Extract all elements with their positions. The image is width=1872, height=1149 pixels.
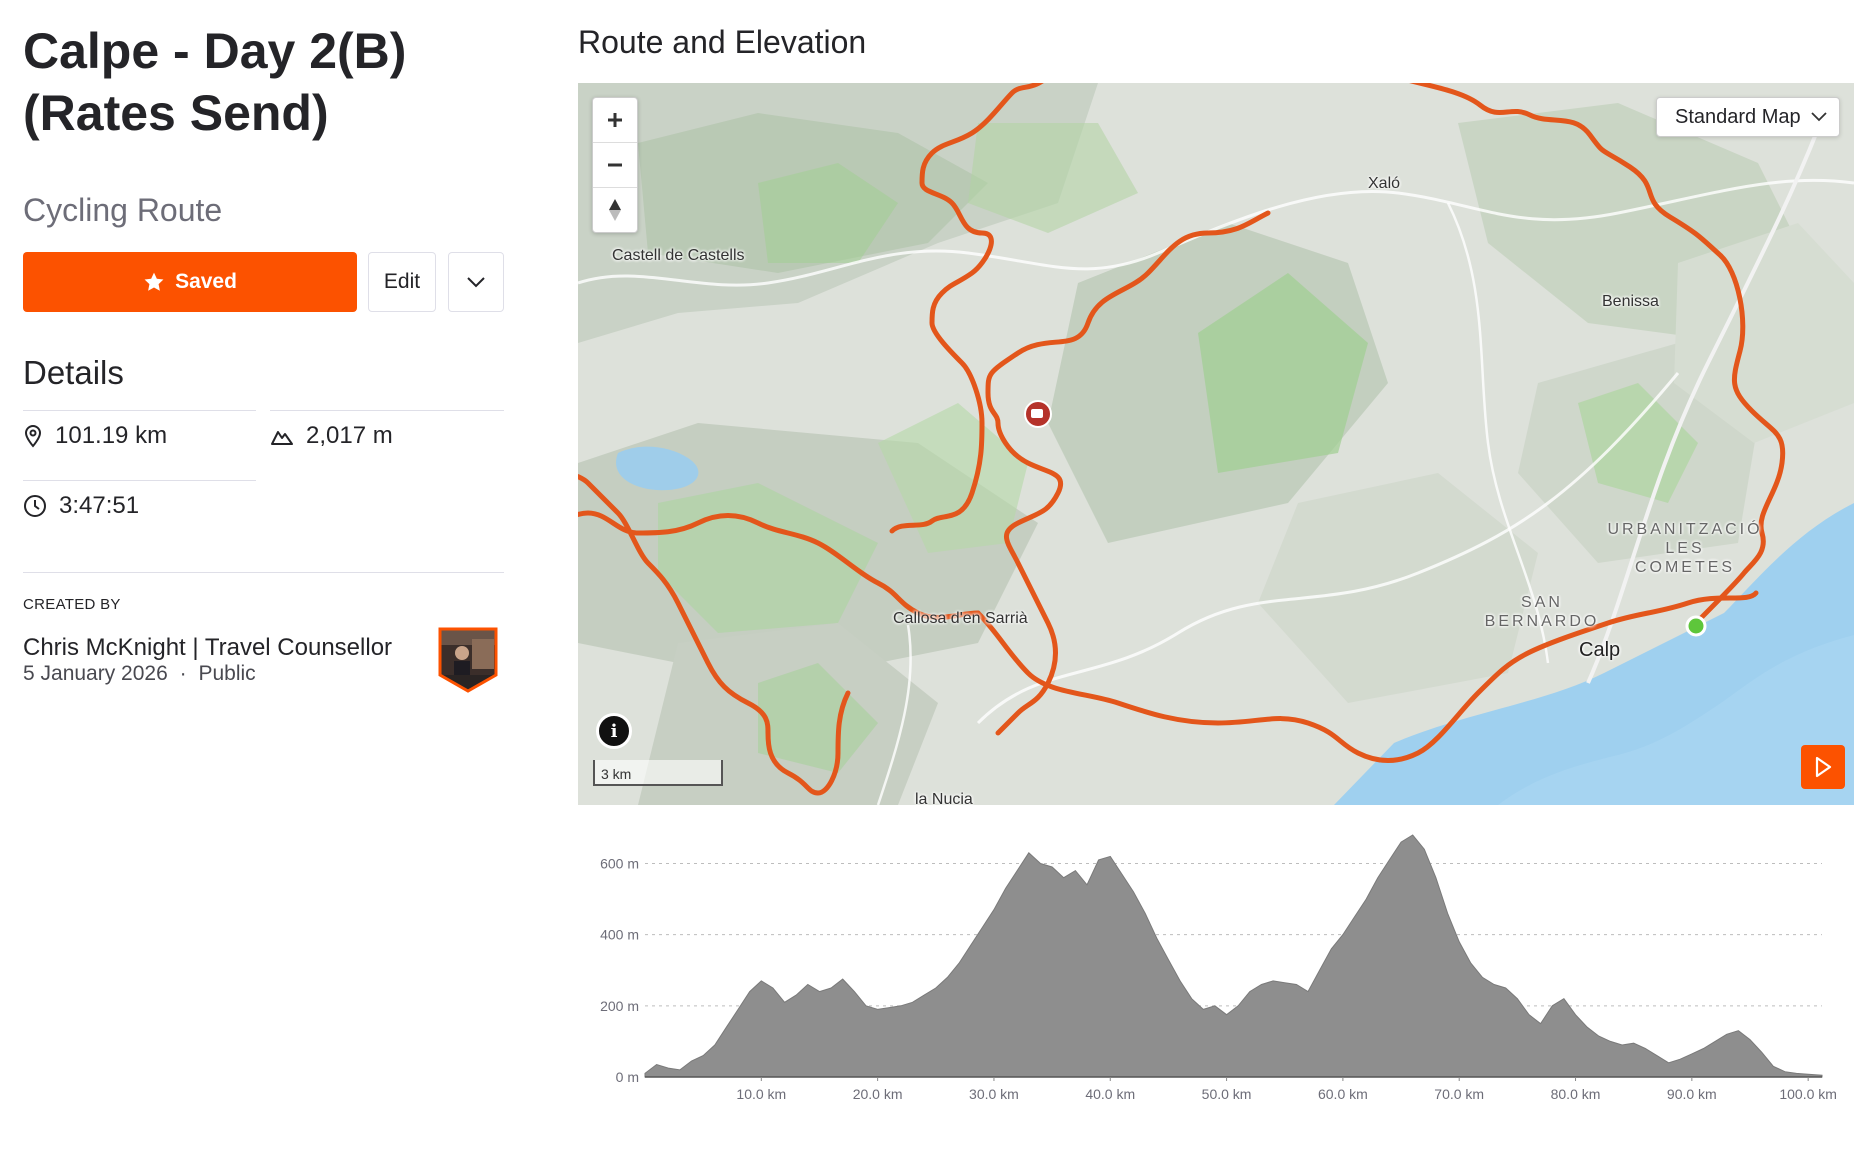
chevron-down-icon <box>1811 112 1827 122</box>
elevation-stat: 2,017 m <box>270 422 393 450</box>
saved-button[interactable]: Saved <box>23 252 357 312</box>
flyover-play-button[interactable] <box>1801 745 1845 789</box>
plus-icon <box>608 113 622 127</box>
location-pin-icon <box>24 424 42 448</box>
divider <box>23 480 256 481</box>
map-terrain <box>578 83 1854 805</box>
x-tick-label: 30.0 km <box>969 1086 1019 1102</box>
creator-name[interactable]: Chris McKnight | Travel Counsellor <box>23 634 392 662</box>
x-tick-label: 60.0 km <box>1318 1086 1368 1102</box>
more-options-button[interactable] <box>448 252 504 312</box>
map-label-xalo: Xaló <box>1368 175 1401 192</box>
map-label-callosa: Callosa d'en Sarrià <box>893 610 1028 627</box>
map-label-cometes-1: URBANITZACIÓ <box>1607 521 1763 538</box>
elevation-value: 2,017 m <box>306 422 393 449</box>
time-stat: 3:47:51 <box>23 492 139 520</box>
map-label-calp: Calp <box>1579 639 1621 661</box>
x-tick-label: 70.0 km <box>1434 1086 1484 1102</box>
map-label-cometes: URBANITZACIÓ LES COMETES <box>1590 520 1780 577</box>
x-tick-label: 50.0 km <box>1202 1086 1252 1102</box>
map-label-bernardo-2: BERNARDO <box>1484 613 1600 630</box>
map-label-cometes-2: LES <box>1665 540 1705 557</box>
edit-button[interactable]: Edit <box>368 252 436 312</box>
route-map[interactable]: Castell de Castells Xaló Benissa Callosa… <box>578 83 1854 805</box>
compass-icon <box>609 199 621 221</box>
star-icon <box>144 272 164 291</box>
route-type: Cycling Route <box>23 192 223 228</box>
creator-avatar[interactable] <box>436 625 500 693</box>
info-icon[interactable]: i <box>596 713 632 749</box>
y-tick-label: 200 m <box>600 998 639 1014</box>
map-label-nucia: la Nucia <box>915 791 973 805</box>
elevation-chart[interactable]: 0 m 200 m 400 m 600 m 10.0 km 20.0 km 30.0 km… <box>578 815 1854 1115</box>
map-label-castell: Castell de Castells <box>612 247 745 264</box>
minus-icon <box>608 163 622 167</box>
divider <box>23 572 504 573</box>
zoom-out-button[interactable] <box>593 143 637 188</box>
distance-value: 101.19 km <box>55 422 168 449</box>
play-icon <box>1815 756 1832 778</box>
reset-bearing-button[interactable] <box>593 188 637 232</box>
divider <box>23 410 256 411</box>
meta-separator: · <box>179 662 187 685</box>
map-label-cometes-3: COMETES <box>1634 559 1736 576</box>
x-tick-label: 80.0 km <box>1551 1086 1601 1102</box>
zoom-in-button[interactable] <box>593 98 637 143</box>
x-tick-label: 20.0 km <box>853 1086 903 1102</box>
clock-icon <box>24 495 46 517</box>
x-tick-label: 10.0 km <box>736 1086 786 1102</box>
map-type-label: Standard Map <box>1675 105 1801 128</box>
distance-stat: 101.19 km <box>23 422 167 450</box>
scale-bar: 3 km <box>593 760 723 786</box>
time-value: 3:47:51 <box>59 492 140 519</box>
map-label-benissa: Benissa <box>1602 293 1659 310</box>
route-and-elevation-title: Route and Elevation <box>578 24 867 60</box>
y-tick-label: 400 m <box>600 927 639 943</box>
zoom-controls <box>592 97 638 233</box>
map-label-bernardo: SAN BERNARDO <box>1482 593 1602 631</box>
x-tick-label: 40.0 km <box>1085 1086 1135 1102</box>
map-type-select[interactable]: Standard Map <box>1656 97 1840 137</box>
details-heading: Details <box>23 354 124 391</box>
map-label-bernardo-1: SAN <box>1521 594 1563 611</box>
created-date: 5 January 2026 <box>23 662 168 685</box>
route-title: Calpe - Day 2(B) (Rates Send) <box>23 23 407 141</box>
x-tick-label: 100.0 km <box>1779 1086 1837 1102</box>
y-tick-label: 0 m <box>616 1069 639 1085</box>
chevron-down-icon <box>467 277 485 288</box>
elevation-area <box>644 834 1823 1078</box>
y-tick-label: 600 m <box>600 855 639 871</box>
mountain-icon <box>271 431 293 445</box>
divider <box>270 410 504 411</box>
saved-button-label: Saved <box>175 270 237 293</box>
visibility: Public <box>198 662 256 685</box>
created-by-label: CREATED BY <box>23 596 121 613</box>
x-tick-label: 90.0 km <box>1667 1086 1717 1102</box>
creator-meta: 5 January 2026 · Public <box>23 662 256 686</box>
